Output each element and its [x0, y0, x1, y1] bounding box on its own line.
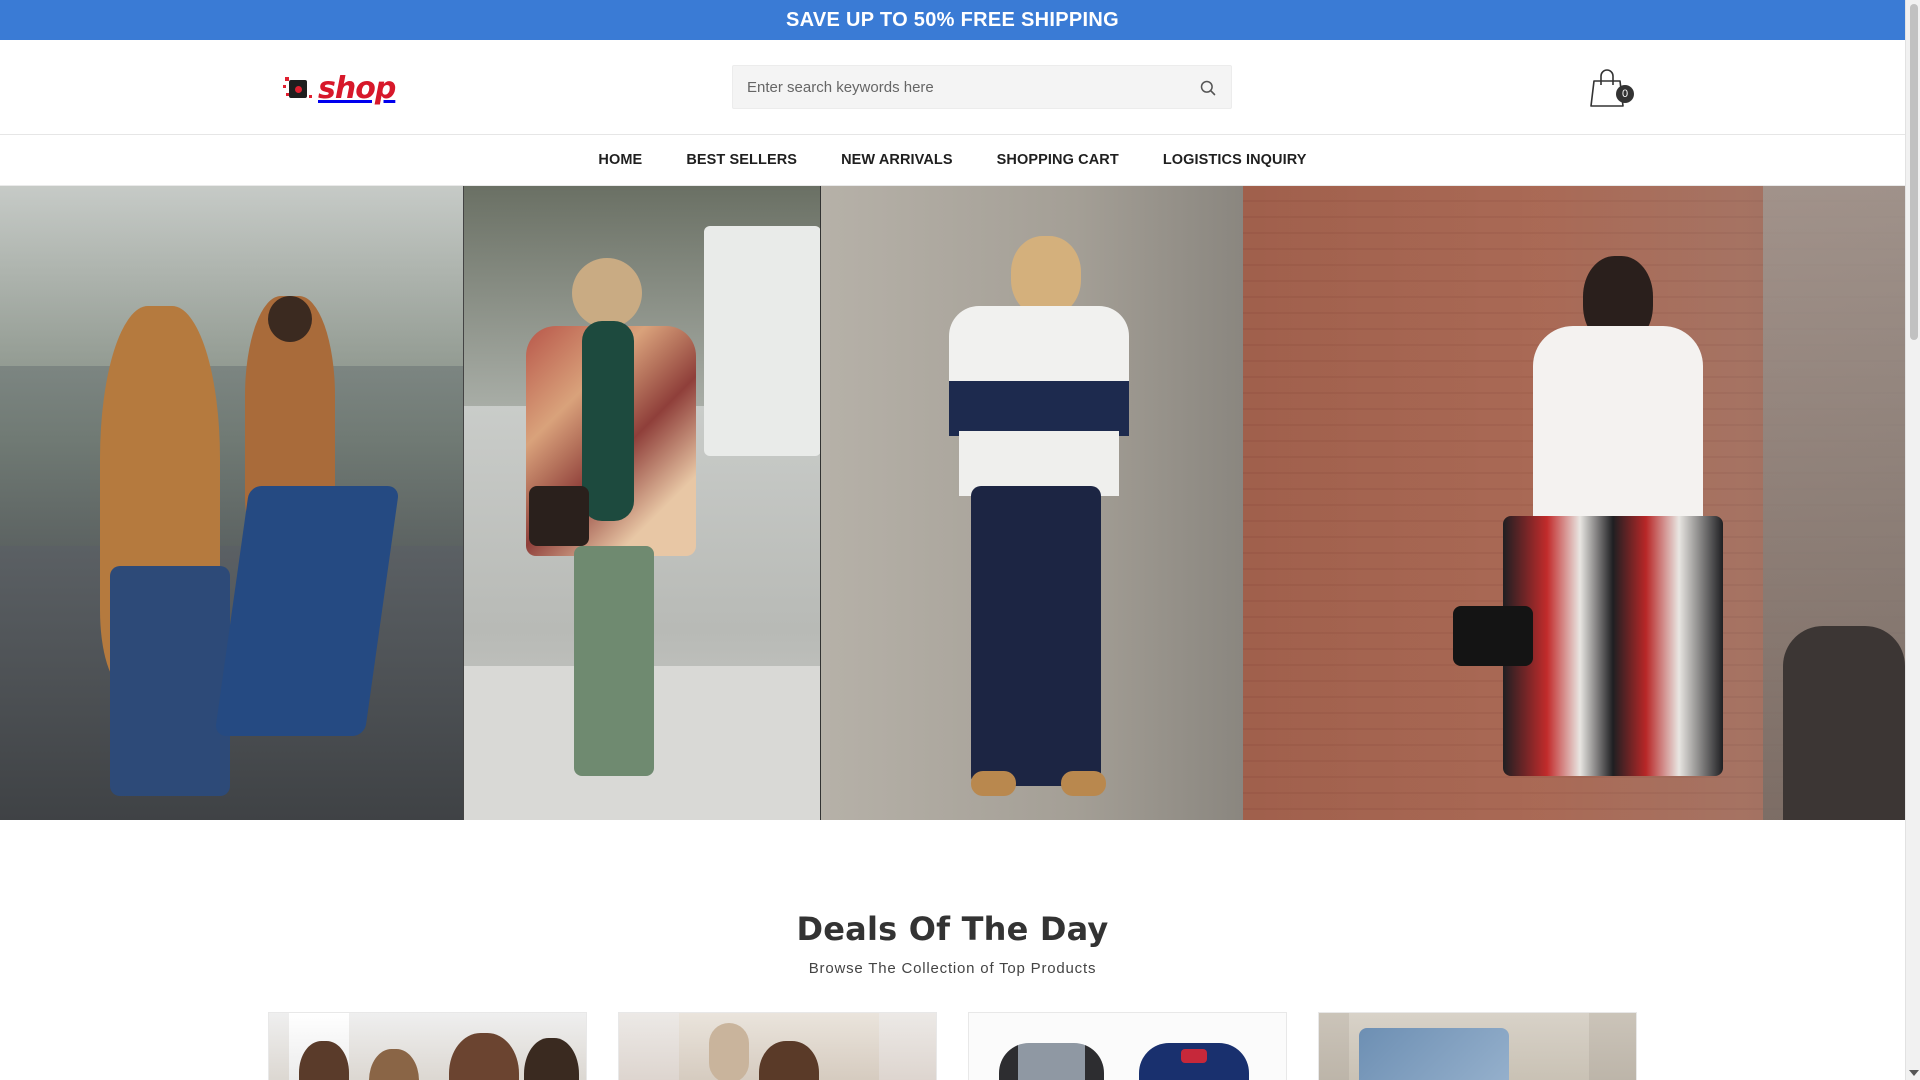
search-button[interactable] — [1193, 73, 1223, 103]
deals-subtitle: Browse The Collection of Top Products — [808, 960, 1097, 977]
logo-text: shop — [318, 70, 396, 106]
site-logo[interactable]: shop — [283, 70, 396, 106]
product-card-4[interactable] — [1318, 1012, 1637, 1080]
announcement-bar: SAVE UP TO 50% FREE SHIPPING — [0, 0, 1905, 40]
nav-item-shopping-cart[interactable]: SHOPPING CART — [975, 152, 1141, 168]
nav-item-new-arrivals[interactable]: NEW ARRIVALS — [819, 152, 975, 168]
hero-banner[interactable] — [0, 186, 1905, 820]
hero-image-4 — [1243, 186, 1905, 820]
deals-products — [268, 1012, 1637, 1080]
search-bar — [732, 65, 1232, 109]
nav-item-best-sellers[interactable]: BEST SELLERS — [664, 152, 819, 168]
logo-mark-icon — [283, 73, 315, 103]
page: SAVE UP TO 50% FREE SHIPPING shop Enter … — [0, 0, 1905, 1080]
product-card-1[interactable] — [268, 1012, 587, 1080]
cart-count-badge: 0 — [1616, 85, 1634, 103]
scroll-down-arrow-icon[interactable] — [1909, 1070, 1919, 1076]
hero-image-1 — [0, 186, 463, 820]
site-header: shop 0 — [0, 40, 1905, 135]
scrollbar-thumb[interactable] — [1910, 4, 1918, 340]
nav-item-home[interactable]: HOME — [576, 152, 664, 168]
announcement-text: SAVE UP TO 50% FREE SHIPPING — [786, 8, 1119, 31]
deals-title: Deals Of The Day — [796, 910, 1109, 948]
product-card-3[interactable] — [968, 1012, 1287, 1080]
nav-item-logistics-inquiry[interactable]: LOGISTICS INQUIRY — [1141, 152, 1329, 168]
search-input[interactable] — [733, 66, 1231, 108]
main-nav: HOME BEST SELLERS NEW ARRIVALS SHOPPING … — [0, 135, 1905, 186]
hero-image-3 — [820, 186, 1243, 820]
product-card-2[interactable] — [618, 1012, 937, 1080]
cart-button[interactable]: 0 — [1590, 68, 1638, 114]
page-scrollbar[interactable] — [1905, 0, 1920, 1080]
hero-image-2 — [463, 186, 820, 820]
search-icon — [1200, 80, 1216, 96]
